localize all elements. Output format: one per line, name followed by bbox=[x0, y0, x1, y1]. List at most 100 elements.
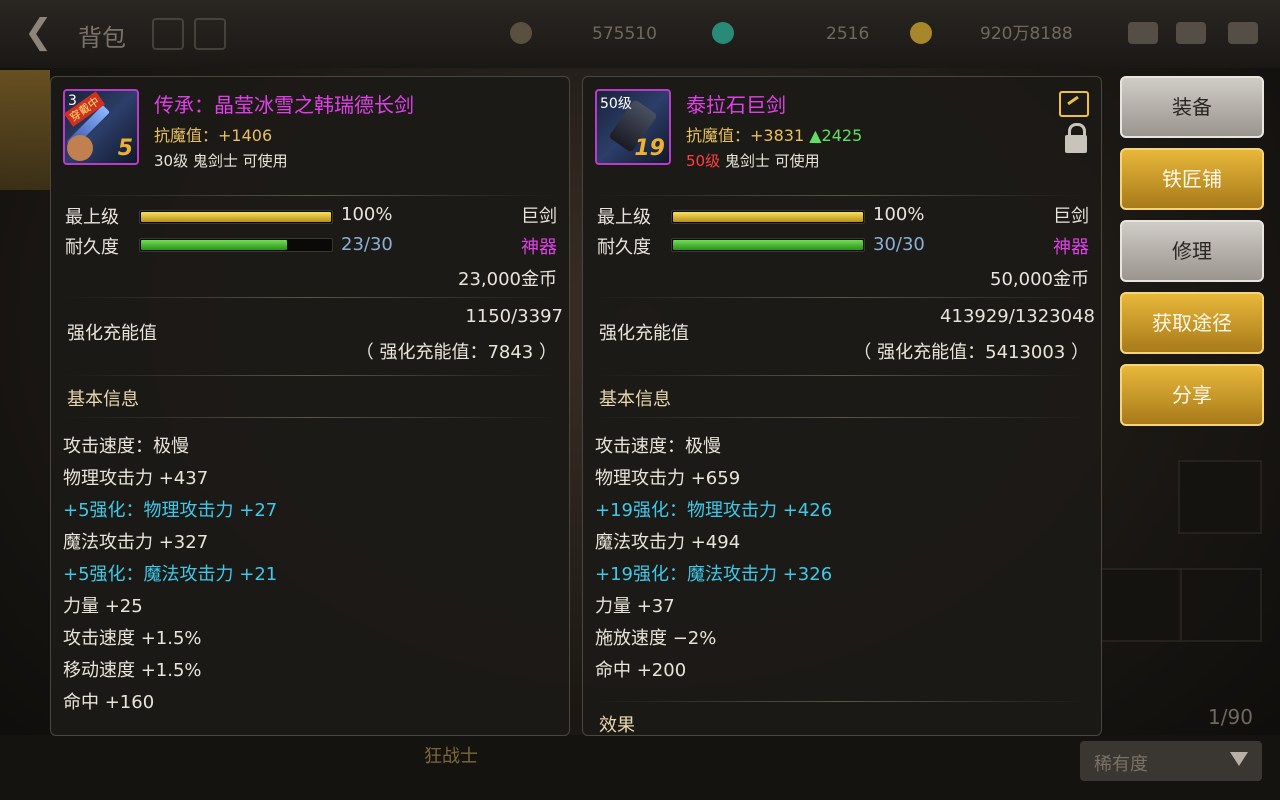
price: 50,000金币 bbox=[990, 269, 1089, 290]
sort-dropdown-value: 稀有度 bbox=[1094, 754, 1148, 775]
currency-1: 575510 bbox=[592, 24, 657, 44]
stat-line: 攻击速度 +1.5% bbox=[63, 628, 202, 649]
durability-value: 23/30 bbox=[341, 234, 393, 255]
charge-total: （ 强化充能值：7843 ） bbox=[355, 342, 557, 363]
requirement: 30级 鬼剑士 可使用 bbox=[154, 152, 288, 170]
equip-button[interactable]: 装备 bbox=[1120, 76, 1264, 138]
currency-coin-icon bbox=[510, 22, 532, 44]
inventory-slot bbox=[1178, 460, 1262, 534]
grade-bar bbox=[671, 210, 865, 224]
item-level-tag: 50级 bbox=[600, 96, 632, 112]
divider bbox=[595, 297, 1089, 298]
compare-item-panel: 50级 19 泰拉石巨剑 抗魔值：+3831 ▲2425 50级 鬼剑士 可使用… bbox=[582, 76, 1102, 736]
grade-value: 100% bbox=[341, 204, 393, 225]
durability-bar bbox=[139, 238, 333, 252]
currency-3: 920万8188 bbox=[980, 24, 1073, 44]
stat-line: +5强化：物理攻击力 +27 bbox=[63, 500, 278, 521]
shop-icon[interactable] bbox=[1128, 22, 1158, 44]
charge-total: （ 强化充能值：5413003 ） bbox=[853, 342, 1089, 363]
stat-line: 魔法攻击力 +327 bbox=[63, 532, 209, 553]
requirement: 50级 鬼剑士 可使用 bbox=[686, 150, 820, 171]
filter-icon[interactable] bbox=[152, 18, 184, 50]
gold-icon bbox=[910, 22, 932, 44]
divider bbox=[63, 375, 557, 376]
stat-line: +19强化：物理攻击力 +426 bbox=[595, 500, 833, 521]
rarity: 神器 bbox=[521, 237, 557, 258]
rarity: 神器 bbox=[1053, 237, 1089, 258]
item-icon: 3 穿戴中 5 bbox=[63, 89, 139, 165]
inventory-count: 1/90 bbox=[1208, 705, 1253, 729]
sort-dropdown[interactable]: 稀有度 bbox=[1080, 741, 1262, 781]
divider bbox=[63, 195, 557, 196]
enhance-level: 5 bbox=[117, 136, 133, 161]
blacksmith-button[interactable]: 铁匠铺 bbox=[1120, 148, 1264, 210]
repair-button[interactable]: 修理 bbox=[1120, 220, 1264, 282]
left-tab-strip bbox=[0, 70, 50, 190]
stat-line: 物理攻击力 +437 bbox=[63, 468, 209, 489]
required-level: 50级 bbox=[686, 152, 721, 170]
antimagic-diff: ▲2425 bbox=[809, 126, 863, 145]
chevron-down-icon bbox=[1230, 752, 1248, 766]
grade-value: 100% bbox=[873, 204, 925, 225]
divider bbox=[595, 375, 1089, 376]
antimagic-value: 抗魔值：+3831 ▲2425 bbox=[686, 122, 862, 146]
equipped-item-panel: 3 穿戴中 5 传承：晶莹冰雪之韩瑞德长剑 抗魔值：+1406 30级 鬼剑士 … bbox=[50, 76, 570, 736]
divider bbox=[595, 701, 1089, 702]
basic-info-title: 基本信息 bbox=[599, 389, 671, 410]
stat-line: 攻击速度：极慢 bbox=[595, 436, 721, 457]
stat-line: 物理攻击力 +659 bbox=[595, 468, 741, 489]
grade-label: 最上级 bbox=[597, 207, 651, 228]
divider bbox=[595, 195, 1089, 196]
weapon-type: 巨剑 bbox=[1053, 206, 1089, 227]
basic-info-title: 基本信息 bbox=[67, 389, 139, 410]
gem-icon bbox=[712, 22, 734, 44]
currency-2: 2516 bbox=[826, 24, 870, 44]
durability-bar bbox=[671, 238, 865, 252]
divider bbox=[63, 417, 557, 418]
stat-line: +19强化：魔法攻击力 +326 bbox=[595, 564, 833, 585]
stat-line: 命中 +160 bbox=[63, 692, 155, 713]
grade-label: 最上级 bbox=[65, 207, 119, 228]
page-title: 背包 bbox=[78, 24, 126, 52]
antimagic-value: 抗魔值：+1406 bbox=[154, 126, 273, 145]
mail-icon[interactable] bbox=[1176, 22, 1206, 44]
item-icon: 50级 19 bbox=[595, 89, 671, 165]
chat-icon[interactable] bbox=[1228, 22, 1258, 44]
inventory-slot bbox=[1098, 568, 1182, 642]
stat-line: 力量 +37 bbox=[595, 596, 675, 617]
antimagic-base: 抗魔值：+3831 bbox=[686, 126, 805, 145]
stat-line: 力量 +25 bbox=[63, 596, 143, 617]
charge-label: 强化充能值 bbox=[67, 323, 157, 344]
enhance-level: 19 bbox=[634, 136, 665, 161]
sort-icon[interactable] bbox=[194, 18, 226, 50]
lock-icon[interactable] bbox=[1065, 123, 1087, 153]
weapon-type: 巨剑 bbox=[521, 206, 557, 227]
stat-line: 魔法攻击力 +494 bbox=[595, 532, 741, 553]
price: 23,000金币 bbox=[458, 269, 557, 290]
divider bbox=[595, 417, 1089, 418]
item-name: 传承：晶莹冰雪之韩瑞德长剑 bbox=[154, 93, 414, 117]
obtain-source-button[interactable]: 获取途径 bbox=[1120, 292, 1264, 354]
durability-label: 耐久度 bbox=[597, 237, 651, 258]
grade-bar bbox=[139, 210, 333, 224]
share-icon[interactable] bbox=[1059, 91, 1089, 117]
stat-line: 移动速度 +1.5% bbox=[63, 660, 202, 681]
back-arrow-icon[interactable]: ❮ bbox=[24, 12, 53, 52]
share-button[interactable]: 分享 bbox=[1120, 364, 1264, 426]
stat-line: 施放速度 −2% bbox=[595, 628, 717, 649]
durability-value: 30/30 bbox=[873, 234, 925, 255]
divider bbox=[63, 297, 557, 298]
stat-line: 命中 +200 bbox=[595, 660, 687, 681]
avatar bbox=[67, 135, 93, 161]
durability-label: 耐久度 bbox=[65, 237, 119, 258]
item-name: 泰拉石巨剑 bbox=[686, 93, 786, 117]
stat-line: 攻击速度：极慢 bbox=[63, 436, 189, 457]
inventory-slot bbox=[1178, 568, 1262, 642]
charge-value: 413929/1323048 bbox=[940, 306, 1095, 327]
requirement-text: 鬼剑士 可使用 bbox=[720, 152, 820, 170]
stat-line: +5强化：魔法攻击力 +21 bbox=[63, 564, 278, 585]
charge-value: 1150/3397 bbox=[465, 306, 563, 327]
class-label: 狂战士 bbox=[424, 746, 478, 767]
charge-label: 强化充能值 bbox=[599, 323, 689, 344]
effect-title: 效果 bbox=[599, 715, 635, 736]
